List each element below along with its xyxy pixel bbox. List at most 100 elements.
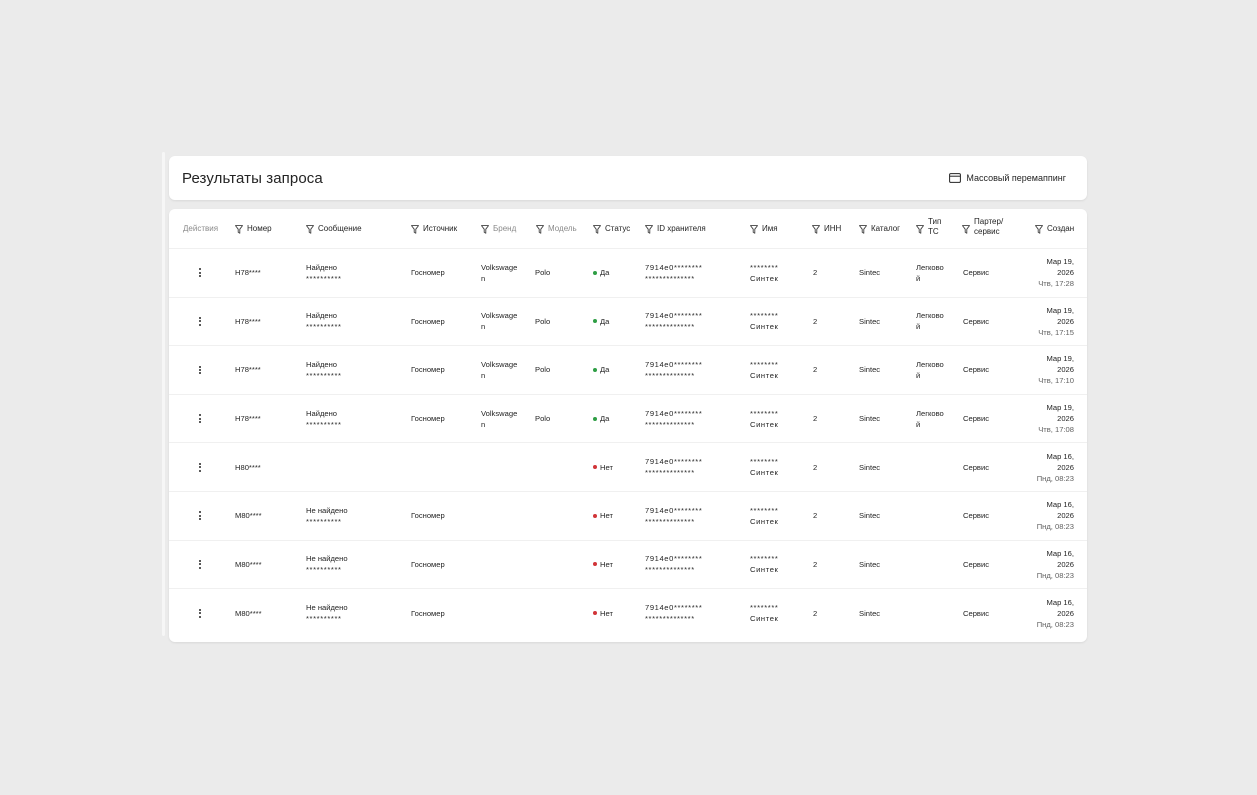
cell-brand: Volkswage n [481,249,523,297]
column-header-source[interactable]: Источник [411,209,457,249]
more-actions-icon[interactable] [194,363,206,377]
table-row[interactable]: H80**** 7914e0******** ************** *****… [169,443,1087,492]
partner-value: Сервис [963,414,990,424]
holder-id-value: 7914e0******** [645,359,703,369]
cell-created: Мар 16, 2026 Пнд, 08:23 [1029,589,1074,638]
cell-number: H78**** [235,249,295,297]
column-header-status[interactable]: Статус [593,209,630,249]
column-header-name[interactable]: Имя [750,209,778,249]
status-badge: Нет [600,559,613,569]
filter-icon[interactable] [645,224,653,234]
filter-icon[interactable] [481,224,489,234]
more-actions-icon[interactable] [194,606,206,620]
actions-cell [194,443,206,491]
brand-value: Volkswage n [481,359,518,380]
filter-icon[interactable] [593,224,601,234]
table-row[interactable]: H78**** Найдено ********** Госномер Volkswag… [169,298,1087,347]
filter-icon[interactable] [235,224,243,234]
column-header-inn[interactable]: ИНН [812,209,841,249]
bulk-remapping-label: Массовый перемаппинг [966,173,1066,183]
inn-value: 2 [813,511,818,521]
column-header-number[interactable]: Номер [235,209,272,249]
table-row[interactable]: M80**** Не найдено ********** Госномер 7914e… [169,589,1087,638]
table-row[interactable]: H78**** Найдено ********** Госномер Volkswag… [169,249,1087,298]
cell-status: Да [593,298,638,346]
cell-created: Мар 16, 2026 Пнд, 08:23 [1029,443,1074,491]
filter-icon[interactable] [916,224,924,234]
column-header-catalog[interactable]: Каталог [859,209,900,249]
column-header-label: Создан [1047,224,1075,233]
name-value: ******** [750,408,779,418]
cell-catalog: Sintec [859,443,899,491]
more-actions-icon[interactable] [194,460,206,474]
inn-value: 2 [813,316,818,326]
cell-partner: Сервис [963,541,1013,589]
status-badge: Да [600,414,610,424]
cell-number: M80**** [235,492,295,540]
cell-vehicle-type [916,443,949,491]
column-header-message[interactable]: Сообщение [306,209,362,249]
column-header-vehicle-type[interactable]: Тип ТС [916,209,944,249]
created-time: Пнд, 08:23 [1036,522,1074,532]
cell-number: H78**** [235,298,295,346]
filter-icon[interactable] [962,224,970,234]
name-subvalue: Синтек [750,322,779,332]
column-header-created[interactable]: Создан [1035,209,1074,249]
name-subvalue: Синтек [750,419,779,429]
number-value: H78**** [235,268,261,278]
table-row[interactable]: H78**** Найдено ********** Госномер Volkswag… [169,346,1087,395]
cell-number: M80**** [235,589,295,638]
table-row[interactable]: M80**** Не найдено ********** Госномер 7914e… [169,492,1087,541]
column-header-label: Сообщение [318,224,362,233]
filter-icon[interactable] [859,224,867,234]
name-value: ******** [750,603,779,613]
status-dot-icon [593,270,597,275]
cell-message: Не найдено ********** [306,589,396,638]
message-value: Не найдено [306,603,348,613]
message-subvalue: ********** [306,614,342,624]
column-header-model[interactable]: Модель [536,209,577,249]
cell-status: Да [593,249,638,297]
cell-status: Нет [593,492,638,540]
cell-partner: Сервис [963,589,1013,638]
filter-icon[interactable] [1035,224,1043,234]
brand-value: Volkswage n [481,262,518,283]
source-value: Госномер [411,608,445,618]
partner-value: Сервис [963,365,990,375]
filter-icon[interactable] [812,224,820,234]
model-value: Polo [535,316,551,326]
cell-created: Мар 19, 2026 Чтв, 17:08 [1029,395,1074,443]
cell-inn: 2 [813,443,833,491]
bulk-remapping-button[interactable]: Массовый перемаппинг [949,173,1066,183]
more-actions-icon[interactable] [194,314,206,328]
more-actions-icon[interactable] [194,266,206,280]
source-value: Госномер [411,414,445,424]
filter-icon[interactable] [411,224,419,234]
more-actions-icon[interactable] [194,509,206,523]
created-time: Пнд, 08:23 [1036,619,1074,629]
table-row[interactable]: H78**** Найдено ********** Госномер Volkswag… [169,395,1087,444]
cell-number: H78**** [235,346,295,394]
cell-number: M80**** [235,541,295,589]
more-actions-icon[interactable] [194,412,206,426]
inn-value: 2 [813,608,818,618]
name-subvalue: Синтек [750,370,779,380]
status-dot-icon [593,611,597,616]
number-value: M80**** [235,608,262,618]
cell-model [535,589,575,638]
filter-icon[interactable] [306,224,314,234]
status-dot-icon [593,416,597,421]
column-header-brand[interactable]: Бренд [481,209,516,249]
cell-name: ******** Синтек [750,249,800,297]
more-actions-icon[interactable] [194,557,206,571]
filter-icon[interactable] [536,224,544,234]
cell-brand [481,589,523,638]
actions-cell [194,249,206,297]
filter-icon[interactable] [750,224,758,234]
source-value: Госномер [411,365,445,375]
column-header-holder-id[interactable]: ID хранителя [645,209,706,249]
table-row[interactable]: M80**** Не найдено ********** Госномер 7914e… [169,541,1087,590]
column-header-partner[interactable]: Партер/ сервис [962,209,1010,249]
partner-value: Сервис [963,559,990,569]
cell-source: Госномер [411,541,471,589]
